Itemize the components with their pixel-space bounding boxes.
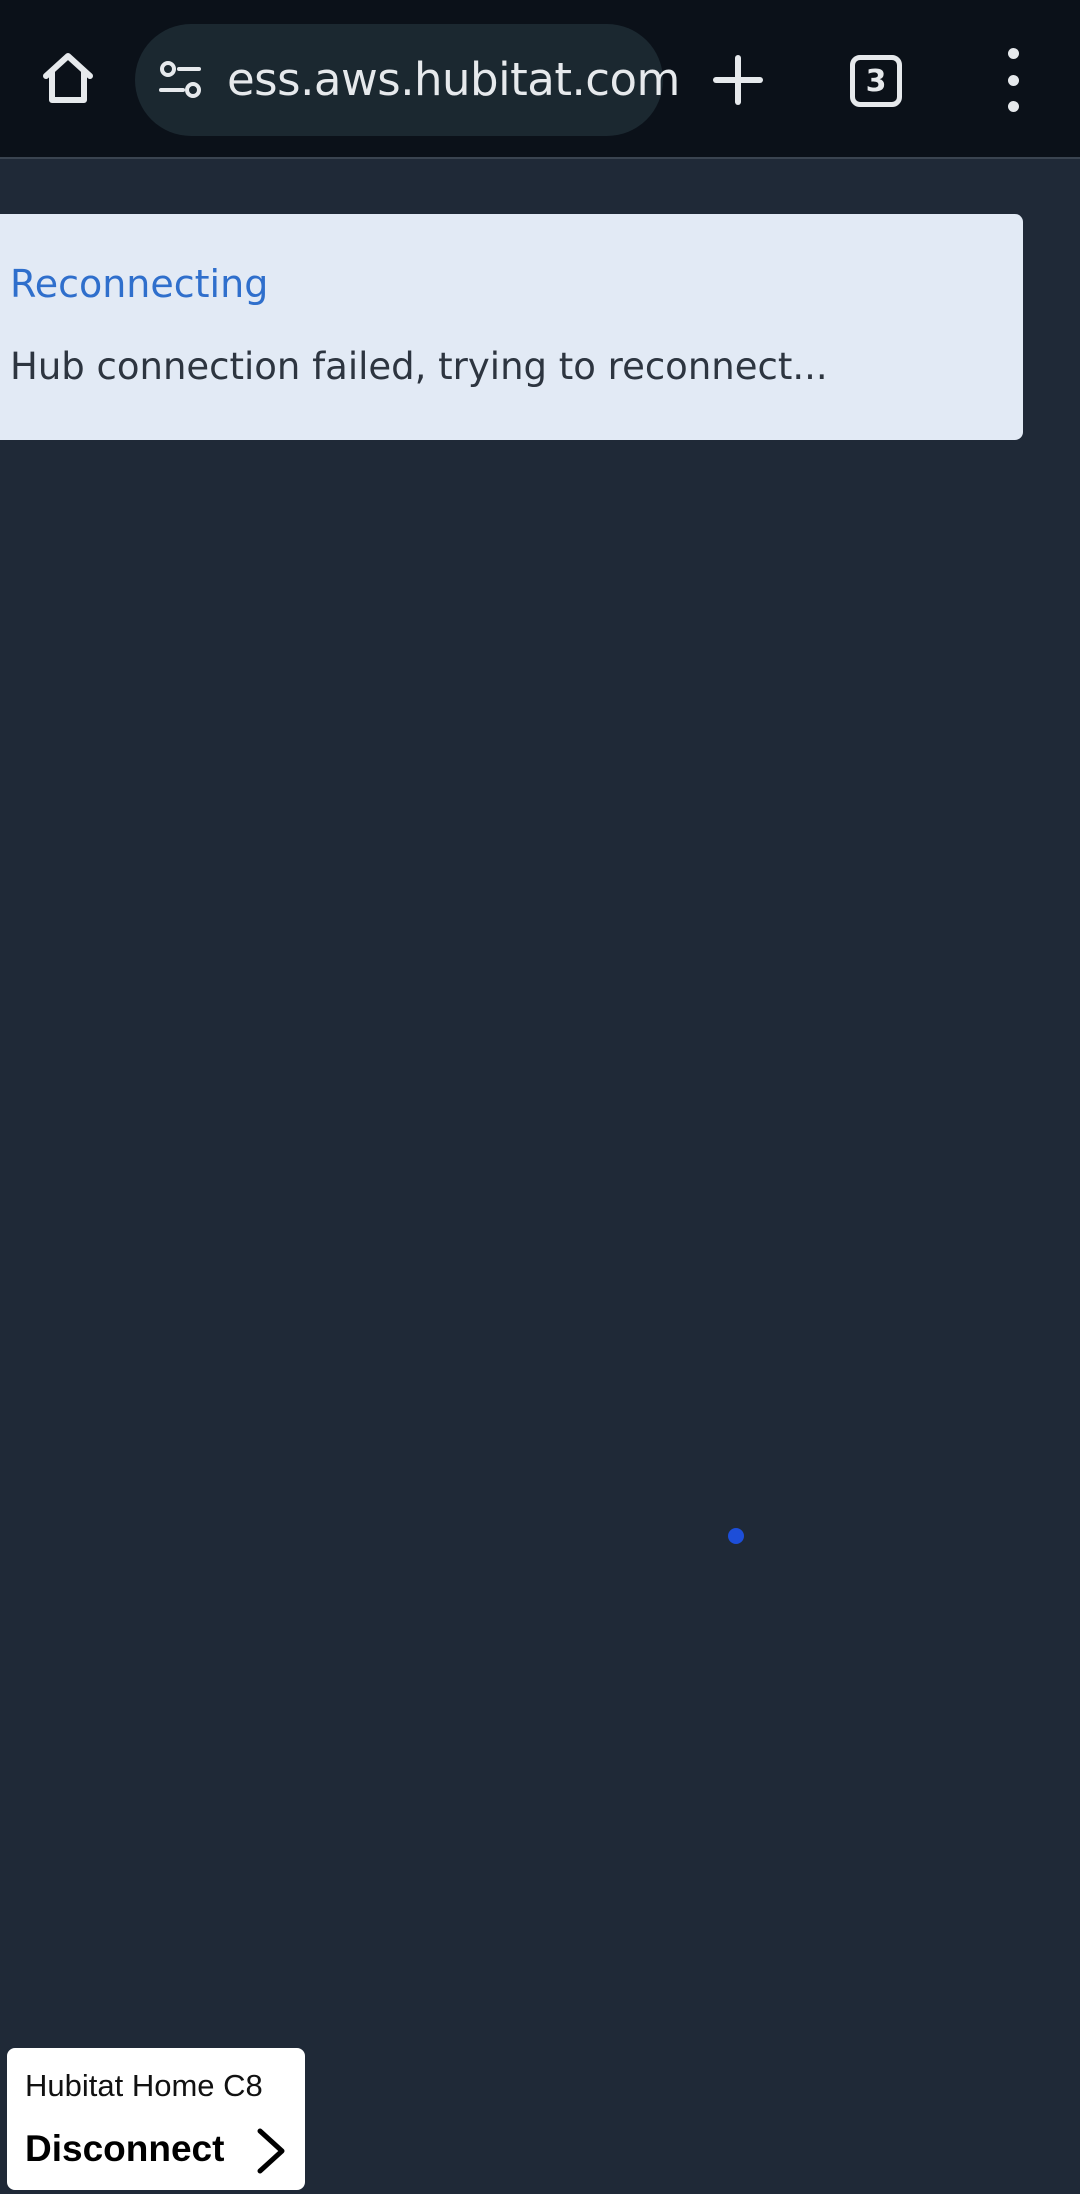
alert-message: Hub connection failed, trying to reconne… (10, 345, 828, 388)
hub-name: Hubitat Home C8 (25, 2068, 263, 2103)
new-tab-button[interactable] (706, 44, 770, 116)
menu-dot (1007, 101, 1019, 112)
tab-count: 3 (865, 63, 887, 99)
chevron-right-icon[interactable] (252, 2126, 288, 2176)
hub-disconnect-card[interactable]: Hubitat Home C8 Disconnect (5, 2046, 307, 2192)
loading-indicator (728, 1528, 744, 1544)
plus-icon (713, 55, 763, 105)
browser-toolbar: ess.aws.hubitat.com 3 (0, 0, 1080, 159)
more-vertical-icon[interactable] (995, 48, 1031, 112)
menu-dot (1007, 48, 1019, 59)
tab-switcher-button[interactable]: 3 (850, 55, 902, 107)
alert-title: Reconnecting (10, 262, 269, 306)
reconnecting-alert: Reconnecting Hub connection failed, tryi… (0, 214, 1023, 440)
home-button[interactable] (30, 40, 106, 116)
home-icon (43, 53, 93, 103)
url-text[interactable]: ess.aws.hubitat.com (227, 24, 680, 136)
disconnect-button[interactable]: Disconnect (25, 2128, 224, 2170)
menu-dot (1007, 74, 1019, 86)
site-settings-icon[interactable] (155, 55, 205, 105)
address-bar[interactable]: ess.aws.hubitat.com (135, 24, 680, 136)
